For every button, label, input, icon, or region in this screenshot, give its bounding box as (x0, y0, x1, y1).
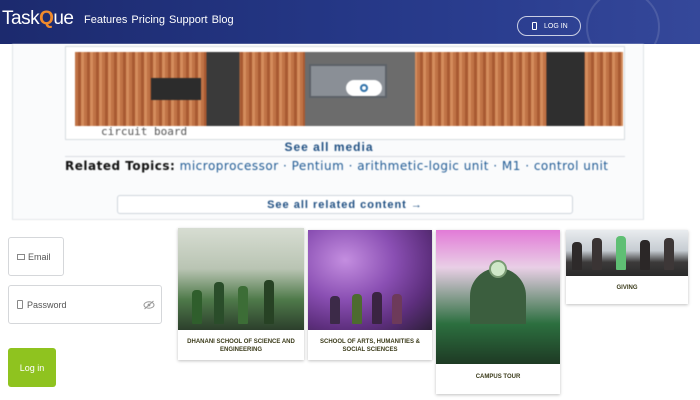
nav-link-pricing[interactable]: Pricing (131, 14, 165, 26)
article-snapshot: circuit board See all media Related Topi… (12, 44, 644, 220)
login-button[interactable]: Log in (8, 348, 56, 387)
see-related-content-button[interactable]: See all related content → (117, 195, 573, 214)
chip-shape (151, 78, 201, 100)
image-caption: circuit board (101, 125, 188, 138)
card-arts-humanities[interactable]: SCHOOL OF ARTS, HUMANITIES & SOCIAL SCIE… (308, 230, 432, 360)
card-label: SCHOOL OF ARTS, HUMANITIES & SOCIAL SCIE… (319, 339, 420, 353)
header-login-label: LOG IN (544, 22, 568, 30)
email-field[interactable]: Email (8, 237, 64, 276)
eye-slash-icon[interactable] (143, 300, 155, 310)
zoom-button[interactable] (346, 80, 382, 96)
card-label: DHANANI SCHOOL OF SCIENCE AND ENGINEERIN… (187, 339, 295, 353)
divider (65, 156, 625, 157)
card-science-engineering[interactable]: DHANANI SCHOOL OF SCIENCE AND ENGINEERIN… (178, 228, 304, 360)
magnifier-icon (360, 84, 368, 92)
lock-icon (532, 22, 537, 30)
students-lab-photo (178, 228, 304, 330)
campus-building-photo (436, 230, 560, 364)
logo-text-1: Task (2, 8, 40, 29)
students-courtyard-photo (308, 230, 432, 330)
logo-text-3: ue (53, 8, 74, 29)
nav-link-blog[interactable]: Blog (212, 14, 234, 26)
logo-text-2: Q (39, 8, 54, 29)
nav-link-features[interactable]: Features (84, 14, 127, 26)
nav-links: Features Pricing Support Blog (84, 14, 234, 26)
see-all-media-link[interactable]: See all media (13, 140, 645, 154)
password-field[interactable]: Password (8, 285, 162, 324)
related-topics-items[interactable]: microprocessor · Pentium · arithmetic-lo… (180, 159, 609, 173)
lock-icon (17, 300, 23, 309)
password-placeholder: Password (27, 299, 67, 310)
page: Task Que Features Pricing Support Blog LO… (0, 0, 700, 400)
nav-link-support[interactable]: Support (169, 14, 208, 26)
card-label: CAMPUS TOUR (475, 374, 521, 380)
card-campus-tour[interactable]: CAMPUS TOUR (436, 230, 560, 394)
related-topics: Related Topics: microprocessor · Pentium… (65, 159, 625, 173)
top-navbar: Task Que Features Pricing Support Blog LO… (0, 0, 700, 64)
header-login-button[interactable]: LOG IN (517, 16, 581, 36)
related-topics-label: Related Topics: (65, 159, 176, 173)
taskque-logo[interactable]: Task Que (2, 6, 74, 32)
people-group-photo (566, 230, 688, 276)
email-placeholder: Email (28, 251, 51, 262)
card-giving[interactable]: GIVING (566, 230, 688, 304)
mail-icon (17, 253, 25, 260)
dome-shape (489, 260, 507, 278)
card-label: GIVING (616, 285, 638, 291)
